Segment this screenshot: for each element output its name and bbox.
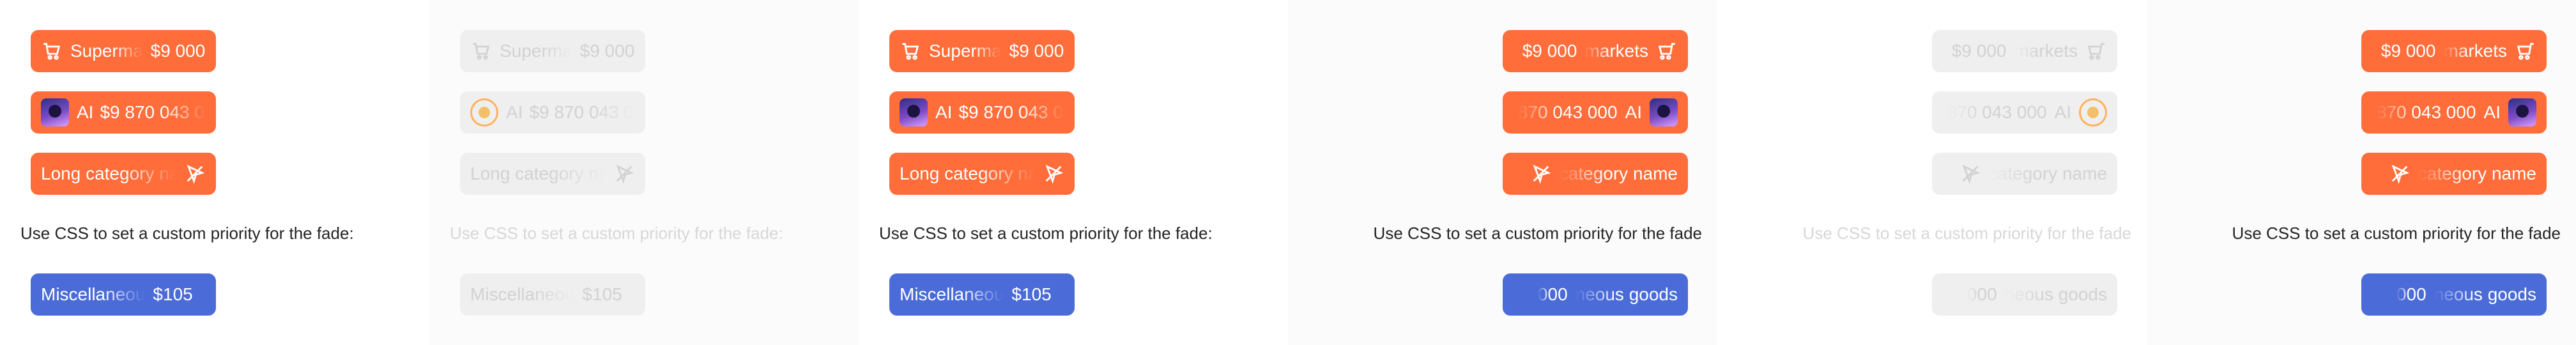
ban-icon [613, 163, 635, 185]
chip-amount: $9 000 [2380, 41, 2436, 61]
chip-label: AI [506, 102, 522, 122]
chip-ai[interactable]: 870 043 000 AI [1503, 91, 1688, 134]
avatar-icon [900, 98, 928, 126]
chip-label: Long category na [470, 164, 606, 183]
avatar-icon [2079, 98, 2107, 126]
avatar-icon [2508, 98, 2536, 126]
fade-priority-note: Use CSS to set a custom priority for the… [879, 224, 1213, 243]
chip-miscellaneous[interactable]: Miscellaneou $105 [31, 273, 216, 316]
chip-label: Superma [929, 41, 1002, 61]
chip-amount: $9 000 [1009, 41, 1064, 61]
chip-label: AI [935, 102, 951, 122]
ban-icon [184, 163, 206, 185]
fade-priority-note: Use CSS to set a custom priority for the… [1802, 224, 2131, 243]
chip-long-category[interactable]: Long category na [889, 153, 1075, 195]
chip-miscellaneous: 000 neous goods [1932, 273, 2117, 316]
fade-priority-note: Use CSS to set a custom priority for the… [450, 224, 783, 243]
chip-amount: 870 043 000 [1947, 102, 2047, 122]
chip-label: AI [77, 102, 93, 122]
chip-label: markets [2443, 41, 2507, 61]
panel-3: Superma $9 000 AI $9 870 043 00 Long cat… [859, 0, 1288, 345]
chip-amount: $9 870 043 00 [100, 102, 206, 122]
chip-label: Miscellaneou [470, 284, 575, 304]
fade-priority-note: Use CSS to set a custom priority for the… [20, 224, 354, 243]
chip-supermarkets: $9 000 markets [1932, 30, 2117, 72]
ban-icon [1959, 163, 1981, 185]
ban-icon [1043, 163, 1064, 185]
chip-amount: 870 043 000 [1517, 102, 1618, 122]
chip-ai: 870 043 000 AI [1932, 91, 2117, 134]
chip-supermarkets[interactable]: $9 000 markets [2361, 30, 2547, 72]
chip-amount: $105 [153, 284, 193, 304]
chip-supermarkets[interactable]: Superma $9 000 [31, 30, 216, 72]
chip-supermarkets[interactable]: $9 000 markets [1503, 30, 1688, 72]
chip-ai: AI $9 870 043 00 [460, 91, 645, 134]
chip-amount: $9 870 043 00 [958, 102, 1064, 122]
chip-label: neous goods [1575, 284, 1678, 304]
chip-amount: 870 043 000 [2376, 102, 2476, 122]
chip-amount: $9 870 043 00 [529, 102, 635, 122]
chip-miscellaneous[interactable]: Miscellaneou $105 [889, 273, 1075, 316]
chip-ai[interactable]: AI $9 870 043 00 [31, 91, 216, 134]
chip-miscellaneous[interactable]: 000 neous goods [2361, 273, 2547, 316]
panel-6: $9 000 markets 870 043 000 AI category n… [2147, 0, 2576, 345]
fade-priority-note: Use CSS to set a custom priority for the… [2232, 224, 2561, 243]
chip-amount: $9 000 [150, 41, 206, 61]
ban-icon [1530, 163, 1552, 185]
chip-long-category: Long category na [460, 153, 645, 195]
chip-label: markets [1584, 41, 1648, 61]
chip-label: category name [1559, 164, 1678, 183]
chip-supermarkets: Superma $9 000 [460, 30, 645, 72]
panel-2: Superma $9 000 AI $9 870 043 00 Long cat… [429, 0, 859, 345]
panel-5: $9 000 markets 870 043 000 AI category n… [1717, 0, 2147, 345]
cart-icon [1656, 40, 1678, 62]
chip-ai[interactable]: AI $9 870 043 00 [889, 91, 1075, 134]
chip-amount: 000 [1966, 284, 1997, 304]
chip-long-category[interactable]: category name [1503, 153, 1688, 195]
chip-amount: $105 [582, 284, 622, 304]
chip-label: AI [2483, 102, 2501, 122]
cart-icon [41, 40, 63, 62]
chip-amount: $9 000 [579, 41, 635, 61]
chip-label: AI [1625, 102, 1642, 122]
chip-label: AI [2054, 102, 2071, 122]
chip-amount: 000 [2396, 284, 2426, 304]
chip-label: Superma [70, 41, 143, 61]
avatar-icon [470, 98, 498, 126]
cart-icon [900, 40, 921, 62]
chip-label: Long category na [900, 164, 1035, 183]
chip-label: Long category na [41, 164, 176, 183]
ban-icon [2389, 163, 2411, 185]
chip-amount: 000 [1537, 284, 1568, 304]
chip-label: Miscellaneou [900, 284, 1004, 304]
chip-amount: $9 000 [1951, 41, 2007, 61]
panel-1: Superma $9 000 AI $9 870 043 00 Long cat… [0, 0, 429, 345]
chip-miscellaneous: Miscellaneou $105 [460, 273, 645, 316]
chip-label: neous goods [2004, 284, 2107, 304]
chip-label: Superma [500, 41, 572, 61]
chip-long-category: category name [1932, 153, 2117, 195]
chip-label: markets [2014, 41, 2078, 61]
chip-ai[interactable]: 870 043 000 AI [2361, 91, 2547, 134]
cart-icon [2085, 40, 2107, 62]
fade-priority-note: Use CSS to set a custom priority for the… [1373, 224, 1702, 243]
chip-supermarkets[interactable]: Superma $9 000 [889, 30, 1075, 72]
avatar-icon [1650, 98, 1678, 126]
chip-amount: $9 000 [1522, 41, 1577, 61]
chip-label: neous goods [2434, 284, 2536, 304]
cart-icon [2515, 40, 2536, 62]
avatar-icon [41, 98, 69, 126]
panel-4: $9 000 markets 870 043 000 AI category n… [1288, 0, 1717, 345]
chip-long-category[interactable]: Long category na [31, 153, 216, 195]
chip-long-category[interactable]: category name [2361, 153, 2547, 195]
chip-amount: $105 [1011, 284, 1052, 304]
chip-label: category name [2418, 164, 2536, 183]
chip-miscellaneous[interactable]: 000 neous goods [1503, 273, 1688, 316]
cart-icon [470, 40, 492, 62]
chip-label: Miscellaneou [41, 284, 146, 304]
chip-label: category name [1988, 164, 2107, 183]
